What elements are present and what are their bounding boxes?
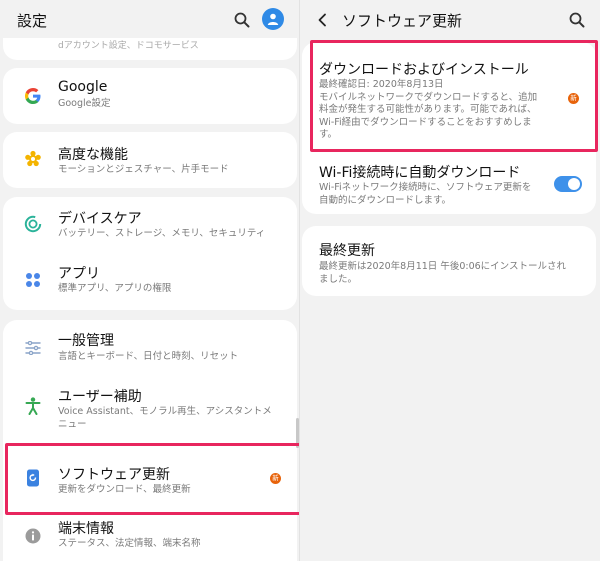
- settings-item-google[interactable]: Google Google設定: [3, 68, 297, 124]
- software-update-app-bar: ソフトウェア更新: [300, 0, 600, 40]
- settings-item-subtitle: Google設定: [58, 98, 111, 109]
- wifi-auto-download-item[interactable]: Wi-Fi接続時に自動ダウンロード Wi-Fiネットワーク接続時に、ソフトウェア…: [302, 152, 596, 212]
- last-update-description: 最終更新は2020年8月11日 午後0:06にインストールされ: [319, 261, 566, 272]
- general-management-icon: [23, 338, 43, 358]
- accessibility-icon: [23, 396, 43, 416]
- account-card-partial: dアカウント設定、ドコモサービス: [3, 38, 297, 60]
- settings-item-subtitle: ステータス、法定情報、端末名称: [58, 538, 201, 549]
- device-care-icon: [23, 214, 43, 234]
- settings-item-subtitle: モーションとジェスチャー、片手モード: [58, 164, 229, 175]
- settings-item-subtitle: 言語とキーボード、日付と時刻、リセット: [58, 351, 239, 362]
- highlight-frame-software-update: [5, 443, 300, 515]
- settings-item-accessibility[interactable]: ユーザー補助 Voice Assistant、モノラル再生、アシスタントメ ニュ…: [3, 376, 297, 440]
- settings-item-advanced-features[interactable]: 高度な機能 モーションとジェスチャー、片手モード: [3, 132, 297, 188]
- settings-item-title: 高度な機能: [58, 147, 128, 163]
- last-update-description: ました。: [319, 273, 358, 285]
- highlight-frame-download-install: [310, 40, 598, 152]
- settings-item-title: Google: [58, 79, 108, 95]
- wifi-auto-download-description: 自動的にダウンロードします。: [319, 194, 452, 206]
- apps-icon: [23, 270, 43, 290]
- last-update-item: 最終更新 最終更新は2020年8月11日 午後0:06にインストールされ ました…: [302, 226, 596, 296]
- partial-row-text: dアカウント設定、ドコモサービス: [58, 41, 199, 51]
- google-icon: [23, 86, 43, 106]
- system-card: 一般管理 言語とキーボード、日付と時刻、リセット ユーザー補助 Voice As…: [3, 320, 297, 561]
- settings-item-title: 端末情報: [58, 521, 114, 537]
- advanced-features-card: 高度な機能 モーションとジェスチャー、片手モード: [3, 132, 297, 188]
- settings-pane: 設定 dアカウント設定、ドコモサービス Google Google設定 高度な機…: [0, 0, 300, 561]
- settings-item-title: アプリ: [58, 266, 100, 282]
- last-update-title: 最終更新: [319, 243, 375, 259]
- settings-item-device-info[interactable]: 端末情報 ステータス、法定情報、端末名称: [3, 512, 297, 561]
- settings-item-subtitle: バッテリー、ストレージ、メモリ、セキュリティ: [58, 228, 266, 239]
- settings-item-apps[interactable]: アプリ 標準アプリ、アプリの権限: [3, 253, 297, 309]
- settings-item-subtitle-continued: ニュー: [58, 419, 87, 430]
- settings-app-bar: 設定: [0, 0, 300, 40]
- advanced-features-icon: [23, 149, 43, 169]
- software-update-pane: ソフトウェア更新 ダウンロードおよびインストール 最終確認日: 2020年8月1…: [300, 0, 600, 561]
- wifi-auto-download-toggle[interactable]: [554, 176, 582, 192]
- wifi-auto-download-description: Wi-Fiネットワーク接続時に、ソフトウェア更新を: [319, 182, 532, 193]
- back-arrow-icon[interactable]: [312, 9, 334, 31]
- settings-item-subtitle: Voice Assistant、モノラル再生、アシスタントメ: [58, 406, 272, 417]
- settings-item-general-management[interactable]: 一般管理 言語とキーボード、日付と時刻、リセット: [3, 320, 297, 376]
- search-icon[interactable]: [231, 9, 253, 31]
- page-title: ソフトウェア更新: [342, 12, 463, 30]
- toggle-knob: [568, 178, 580, 190]
- google-card: Google Google設定: [3, 68, 297, 124]
- wifi-auto-download-title: Wi-Fi接続時に自動ダウンロード: [319, 165, 521, 181]
- settings-item-title: 一般管理: [58, 333, 114, 349]
- settings-item-title: ユーザー補助: [58, 389, 142, 405]
- last-update-card: 最終更新 最終更新は2020年8月11日 午後0:06にインストールされ ました…: [302, 226, 596, 296]
- settings-item-title: デバイスケア: [58, 211, 142, 227]
- device-apps-card: デバイスケア バッテリー、ストレージ、メモリ、セキュリティ アプリ 標準アプリ、…: [3, 197, 297, 310]
- profile-avatar-icon[interactable]: [262, 8, 284, 30]
- info-icon: [23, 526, 43, 546]
- page-title: 設定: [17, 12, 48, 30]
- settings-item-subtitle: 標準アプリ、アプリの権限: [58, 283, 172, 294]
- settings-item-device-care[interactable]: デバイスケア バッテリー、ストレージ、メモリ、セキュリティ: [3, 197, 297, 253]
- search-icon[interactable]: [566, 9, 588, 31]
